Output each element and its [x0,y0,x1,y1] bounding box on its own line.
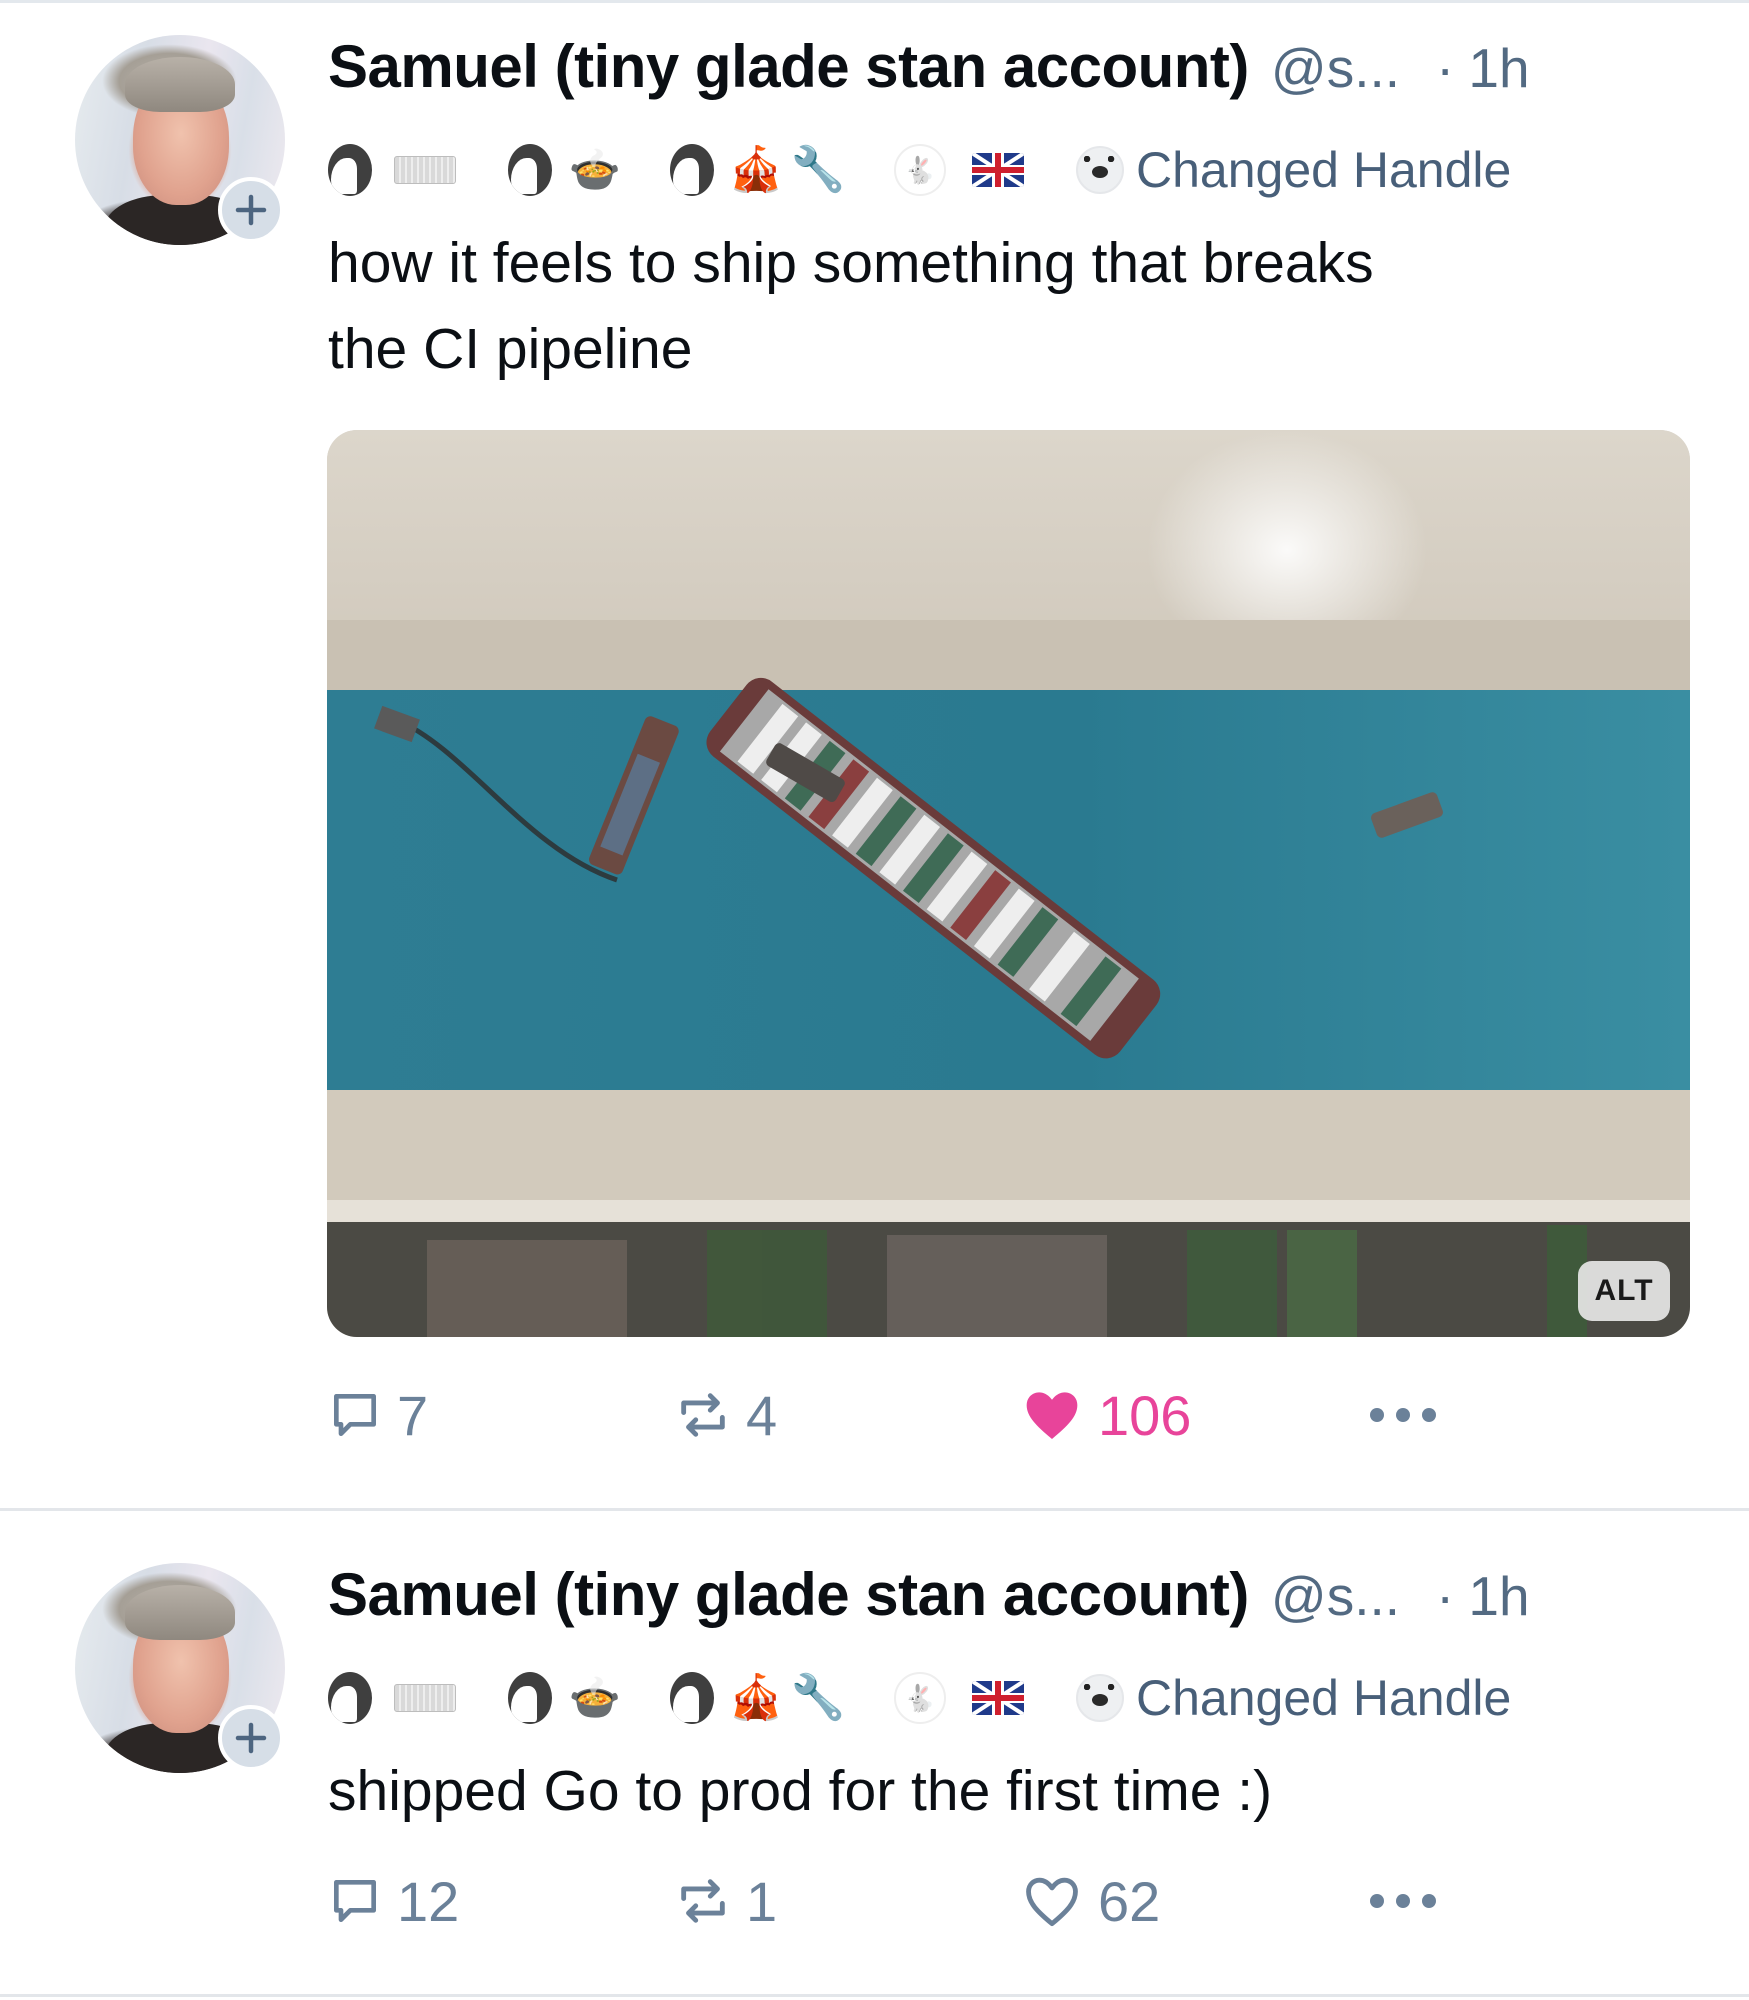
avatar-hair [125,1585,235,1640]
south-road [327,1200,1690,1222]
heart-filled-icon [1026,1392,1078,1439]
author-handle[interactable]: @s... [1271,36,1400,100]
post-divider [0,1994,1749,1997]
separator-dot: · [1436,1565,1455,1627]
post-actions: 7 4 106 [0,1380,1749,1450]
polar-bear-icon [1076,146,1124,194]
ellipsis-icon [1370,1408,1436,1422]
keyboard-icon [394,156,456,184]
author-name[interactable]: Samuel (tiny glade stan account) [328,32,1249,101]
hot-bowl-icon: 🍲 [568,1674,622,1721]
alt-text-button[interactable]: ALT [1578,1261,1670,1321]
wrench-icon: 🔧 [790,145,846,194]
post-header: Samuel (tiny glade stan account) @s... ·… [328,32,1530,101]
post-image[interactable]: ALT [327,430,1690,1337]
author-name[interactable]: Samuel (tiny glade stan account) [328,1560,1249,1629]
post-text-line: the CI pipeline [328,317,693,381]
repost-button[interactable]: 1 [674,1866,777,1936]
hot-bowl-icon: 🍲 [568,146,622,193]
like-button[interactable]: 106 [1020,1380,1191,1450]
timestamp[interactable]: 1h [1468,36,1529,100]
reply-button[interactable]: 12 [327,1866,459,1936]
plus-icon [235,194,267,226]
bird-icon [328,144,372,196]
like-count: 62 [1098,1869,1161,1933]
circus-tent-icon: 🎪 [728,145,784,194]
profile-labels: 🍲 🎪 🔧 🐇 Changed Handle [328,138,1511,202]
canal-ship-photo [327,430,1690,1337]
like-count: 106 [1098,1383,1192,1447]
bird-icon [670,1672,714,1724]
follow-button[interactable] [218,177,284,243]
wrench-icon: 🔧 [790,1673,846,1722]
post-text-line: how it feels to ship something that brea… [328,231,1374,295]
bird-icon [508,1672,552,1724]
post-text: shipped Go to prod for the first time :) [328,1748,1708,1834]
repost-icon [681,1393,725,1437]
like-button[interactable]: 62 [1020,1866,1160,1936]
post-header: Samuel (tiny glade stan account) @s... ·… [328,1560,1530,1629]
polar-bear-icon [1076,1674,1124,1722]
separator-dot: · [1436,37,1455,99]
reply-count: 7 [397,1383,429,1447]
uk-flag-icon [972,153,1024,187]
reply-count: 12 [397,1869,460,1933]
follow-button[interactable] [218,1705,284,1771]
post-divider [0,1508,1749,1511]
top-divider [0,0,1749,3]
heart-outline-icon [1026,1877,1078,1927]
repost-icon [681,1879,725,1923]
reply-icon [334,1880,376,1922]
north-bank-road [327,620,1690,690]
changed-handle-label: Changed Handle [1136,142,1512,198]
bunny-icon: 🐇 [894,1672,946,1724]
more-options-button[interactable] [1368,1380,1438,1450]
uk-flag-icon [972,1681,1024,1715]
bird-icon [328,1672,372,1724]
ellipsis-icon [1370,1894,1436,1908]
bird-icon [670,144,714,196]
profile-labels: 🍲 🎪 🔧 🐇 Changed Handle [328,1666,1511,1730]
bunny-icon: 🐇 [894,144,946,196]
timestamp[interactable]: 1h [1468,1564,1529,1628]
post-text-line: shipped Go to prod for the first time :) [328,1759,1273,1823]
more-options-button[interactable] [1368,1866,1438,1936]
reply-button[interactable]: 7 [327,1380,428,1450]
post-text: how it feels to ship something that brea… [328,220,1708,392]
plus-icon [235,1722,267,1754]
changed-handle-label: Changed Handle [1136,1670,1512,1726]
circus-tent-icon: 🎪 [728,1673,784,1722]
repost-button[interactable]: 4 [674,1380,777,1450]
repost-count: 4 [746,1383,778,1447]
repost-count: 1 [746,1869,778,1933]
keyboard-icon [394,1684,456,1712]
author-handle[interactable]: @s... [1271,1564,1400,1628]
post-actions: 12 1 62 [0,1866,1749,1936]
bird-icon [508,144,552,196]
avatar-hair [125,57,235,112]
reply-icon [334,1394,376,1436]
